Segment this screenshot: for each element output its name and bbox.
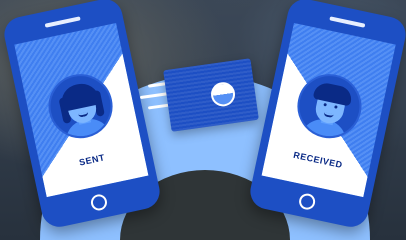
speaker-slot bbox=[44, 16, 81, 28]
speaker-slot bbox=[329, 16, 366, 28]
illustration: SENT RECEIVED bbox=[0, 0, 406, 240]
envelope-icon bbox=[163, 58, 259, 132]
phone-screen: RECEIVED bbox=[261, 22, 396, 198]
home-button bbox=[297, 192, 317, 212]
phone-screen: SENT bbox=[14, 22, 149, 198]
home-button bbox=[89, 192, 109, 212]
